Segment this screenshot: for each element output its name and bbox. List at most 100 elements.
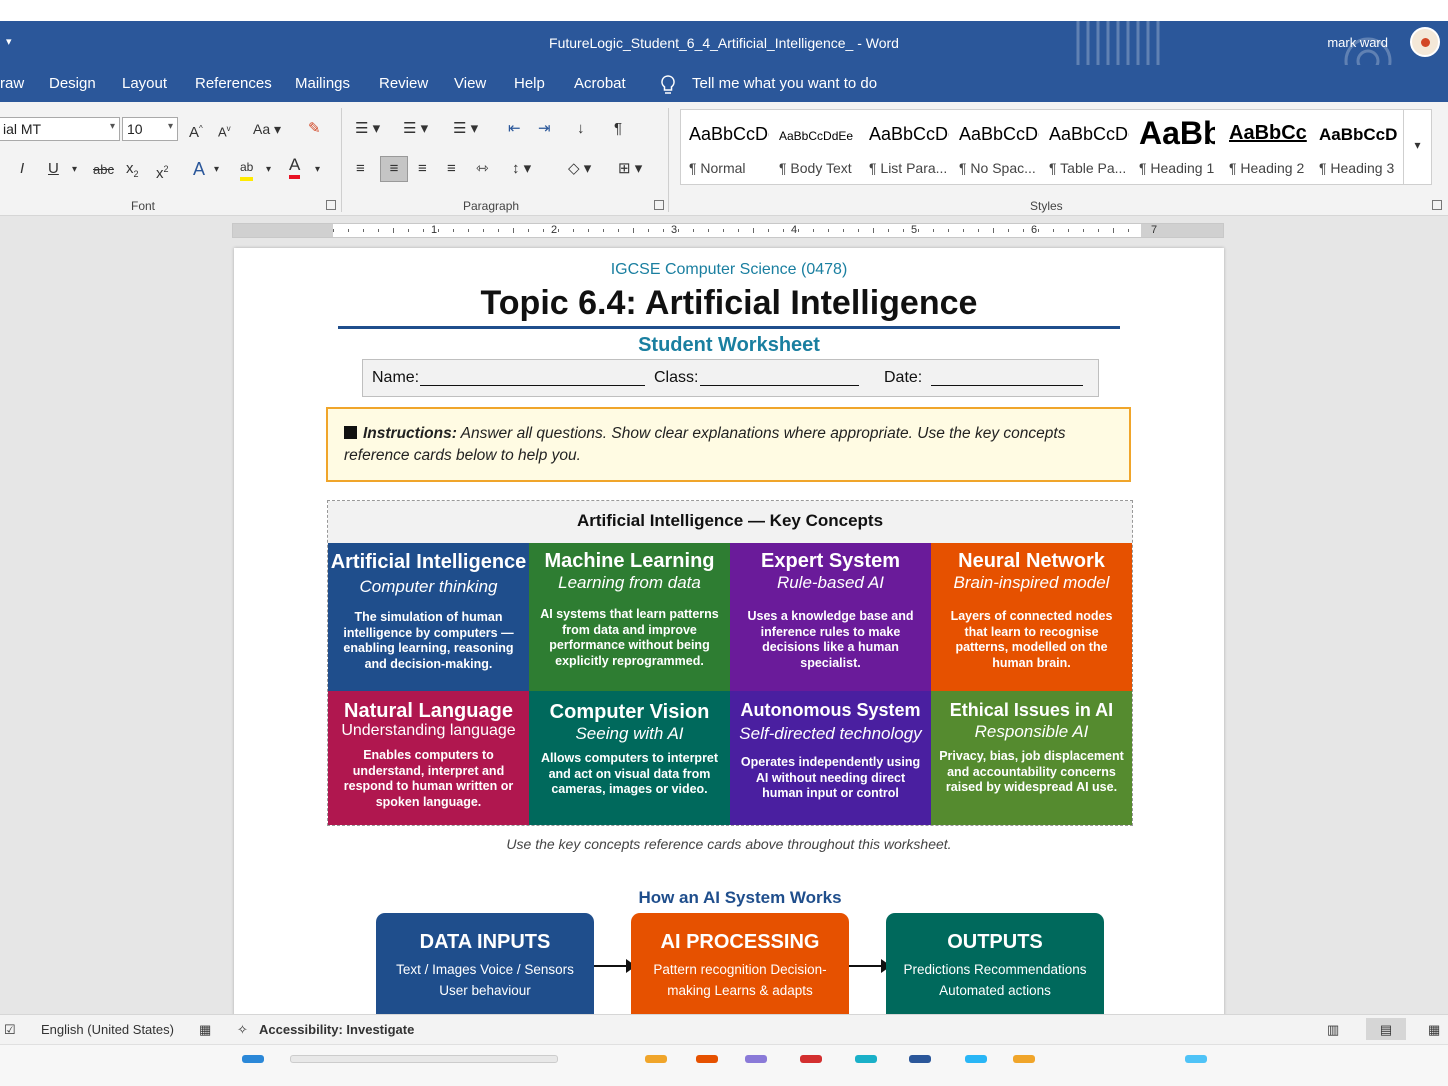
- concept-card: Autonomous System Self-directed technolo…: [730, 691, 931, 825]
- distributed-icon[interactable]: ⇿: [476, 159, 489, 179]
- style-name: ¶ No Spac...: [959, 160, 1036, 176]
- highlight-color-icon[interactable]: ab: [240, 157, 254, 181]
- print-layout-icon[interactable]: ▤: [1366, 1018, 1406, 1040]
- word-icon[interactable]: [909, 1055, 931, 1063]
- superscript-icon[interactable]: x2: [156, 159, 169, 184]
- style-no-spacing[interactable]: AaBbCcDc ¶ No Spac...: [951, 110, 1041, 184]
- font-size-combo[interactable]: 10 ▾: [122, 117, 178, 141]
- accessibility-status[interactable]: Accessibility: Investigate: [259, 1022, 414, 1037]
- tab-draw[interactable]: raw: [0, 75, 24, 92]
- flow-arrow-icon: [849, 959, 891, 973]
- styles-dialog-launcher-icon[interactable]: [1432, 200, 1442, 210]
- underline-icon[interactable]: U: [48, 159, 59, 179]
- style-sample: AaBbCcDc: [689, 124, 769, 144]
- file-explorer-icon[interactable]: [645, 1055, 667, 1063]
- tab-help[interactable]: Help: [514, 75, 545, 92]
- ruler-tick: [753, 228, 754, 233]
- strikethrough-icon[interactable]: abc: [93, 160, 114, 180]
- horizontal-ruler[interactable]: 1 2 3 4 5 6 7: [232, 223, 1224, 238]
- chevron-down-icon[interactable]: ▾: [315, 160, 320, 180]
- chevron-down-icon[interactable]: ▾: [214, 160, 219, 180]
- subscript-icon[interactable]: x2: [126, 159, 139, 184]
- web-layout-icon[interactable]: ▦: [1428, 1022, 1440, 1038]
- style-table-paragraph[interactable]: AaBbCcDc ¶ Table Pa...: [1041, 110, 1131, 184]
- font-color-icon[interactable]: A: [289, 155, 301, 179]
- ruler-tick: [438, 229, 439, 232]
- document-workspace[interactable]: 1 2 3 4 5 6 7 IGCSE Computer Science (04…: [0, 216, 1448, 1014]
- read-mode-icon[interactable]: ▥: [1327, 1022, 1339, 1038]
- tab-review[interactable]: Review: [379, 75, 428, 92]
- styles-more-icon[interactable]: ▾: [1403, 110, 1431, 184]
- borders-icon[interactable]: ⊞ ▾: [618, 159, 642, 179]
- card-description: The simulation of human intelligence by …: [343, 610, 514, 671]
- style-heading-1[interactable]: AaBb ¶ Heading 1: [1131, 110, 1221, 184]
- ruler-tick: [1068, 229, 1069, 232]
- tab-design[interactable]: Design: [49, 75, 96, 92]
- name-line[interactable]: [420, 385, 645, 386]
- app-icon[interactable]: [1013, 1055, 1035, 1063]
- style-heading-3[interactable]: AaBbCcD ¶ Heading 3: [1311, 110, 1401, 184]
- document-page[interactable]: IGCSE Computer Science (0478) Topic 6.4:…: [234, 248, 1224, 1014]
- tab-references[interactable]: References: [195, 75, 272, 92]
- decrease-indent-icon[interactable]: ⇤: [508, 119, 521, 139]
- proofing-icon[interactable]: ☑: [4, 1022, 16, 1038]
- ruler-tick: [663, 229, 664, 232]
- change-case-icon[interactable]: Aa ▾: [253, 119, 281, 139]
- app-icon[interactable]: [1185, 1055, 1207, 1063]
- class-line[interactable]: [700, 385, 859, 386]
- app-icon[interactable]: [965, 1055, 987, 1063]
- clear-formatting-icon[interactable]: ✎: [308, 119, 321, 139]
- ruler-tick: [648, 229, 649, 232]
- justify-icon[interactable]: ≡: [447, 159, 456, 179]
- grow-font-icon[interactable]: A^: [189, 119, 203, 143]
- app-icon[interactable]: [696, 1055, 718, 1063]
- taskbar-search-icon[interactable]: [290, 1055, 558, 1063]
- align-center-icon[interactable]: ≡: [380, 156, 408, 182]
- shading-icon[interactable]: ◇ ▾: [568, 159, 591, 179]
- language-status[interactable]: English (United States): [41, 1022, 174, 1037]
- date-line[interactable]: [931, 385, 1083, 386]
- style-name: ¶ Heading 2: [1229, 160, 1305, 176]
- chevron-down-icon[interactable]: ▾: [168, 121, 173, 132]
- chevron-down-icon[interactable]: ▾: [266, 160, 271, 180]
- style-body-text[interactable]: AaBbCcDdEe ¶ Body Text: [771, 110, 861, 184]
- style-heading-2[interactable]: AaBbCc ¶ Heading 2: [1221, 110, 1311, 184]
- style-normal[interactable]: AaBbCcDc ¶ Normal: [681, 110, 771, 184]
- ribbon-divider: [668, 108, 669, 212]
- tab-view[interactable]: View: [454, 75, 486, 92]
- chevron-down-icon[interactable]: ▾: [110, 121, 115, 132]
- line-spacing-icon[interactable]: ↕ ▾: [512, 159, 531, 179]
- avatar[interactable]: [1410, 27, 1440, 57]
- tab-acrobat[interactable]: Acrobat: [574, 75, 626, 92]
- card-title: Expert System: [761, 550, 900, 572]
- font-dialog-launcher-icon[interactable]: [326, 200, 336, 210]
- text-effects-icon[interactable]: A: [193, 159, 205, 179]
- sort-icon[interactable]: ↓: [577, 119, 585, 139]
- app-icon[interactable]: [855, 1055, 877, 1063]
- align-left-icon[interactable]: ≡: [356, 159, 365, 179]
- numbering-icon[interactable]: ☰ ▾: [403, 119, 428, 139]
- increase-indent-icon[interactable]: ⇥: [538, 119, 551, 139]
- italic-icon[interactable]: I: [20, 159, 24, 179]
- multilevel-list-icon[interactable]: ☰ ▾: [453, 119, 478, 139]
- tell-me-search[interactable]: Tell me what you want to do: [692, 75, 877, 92]
- user-name[interactable]: mark ward: [1327, 35, 1388, 50]
- paragraph-dialog-launcher-icon[interactable]: [654, 200, 664, 210]
- font-name-combo[interactable]: ial MT ▾: [0, 117, 120, 141]
- tab-mailings[interactable]: Mailings: [295, 75, 350, 92]
- text-predictions-icon[interactable]: ▦: [199, 1022, 211, 1038]
- show-formatting-icon[interactable]: ¶: [614, 119, 622, 139]
- accessibility-icon[interactable]: ✧: [237, 1022, 248, 1038]
- ruler-tick: [843, 229, 844, 232]
- tab-layout[interactable]: Layout: [122, 75, 167, 92]
- bullets-icon[interactable]: ☰ ▾: [355, 119, 380, 139]
- start-icon[interactable]: [242, 1055, 264, 1063]
- align-right-icon[interactable]: ≡: [418, 159, 427, 179]
- app-icon[interactable]: [800, 1055, 822, 1063]
- app-icon[interactable]: [745, 1055, 767, 1063]
- ruler-tick: [453, 229, 454, 232]
- chevron-down-icon[interactable]: ▾: [72, 160, 77, 180]
- font-size-value: 10: [127, 121, 143, 137]
- shrink-font-icon[interactable]: Av: [218, 119, 231, 142]
- style-list-paragraph[interactable]: AaBbCcDc ¶ List Para...: [861, 110, 951, 184]
